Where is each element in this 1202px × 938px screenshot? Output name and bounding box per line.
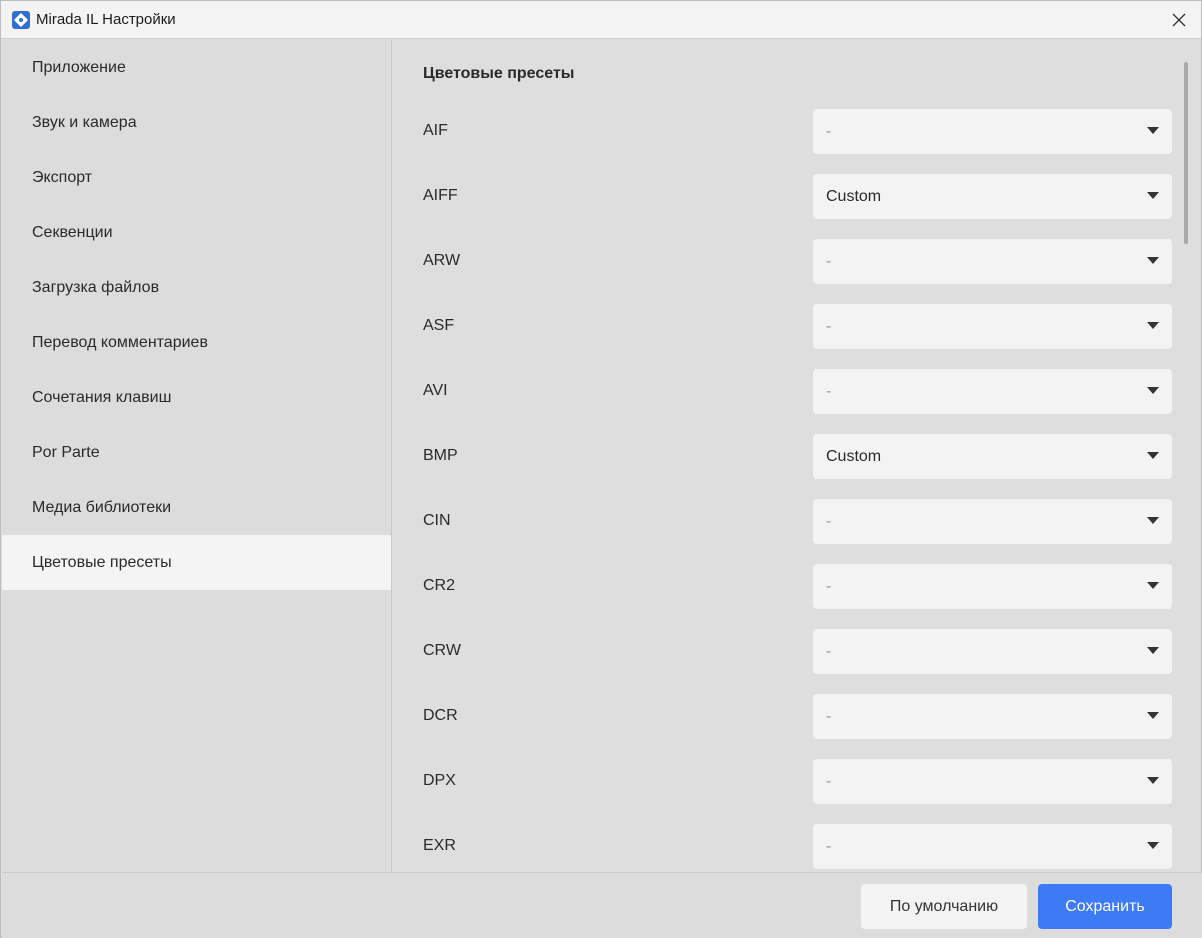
preset-row: DCR - — [393, 694, 1183, 759]
sidebar-item[interactable]: Por Parte — [2, 425, 391, 480]
chevron-down-icon — [1147, 387, 1159, 394]
preset-row: EXR - — [393, 824, 1183, 872]
preset-select[interactable]: - — [813, 304, 1172, 349]
preset-select[interactable]: - — [813, 824, 1172, 869]
window-title: Mirada IL Настройки — [36, 11, 176, 28]
chevron-down-icon — [1147, 127, 1159, 134]
sidebar-item[interactable]: Секвенции — [2, 205, 391, 260]
chevron-down-icon — [1147, 517, 1159, 524]
preset-select-value: Custom — [826, 187, 882, 205]
chevron-down-icon — [1147, 712, 1159, 719]
scrollbar[interactable] — [1184, 62, 1188, 244]
sidebar-item-label: Секвенции — [32, 223, 113, 241]
preset-select[interactable]: - — [813, 239, 1172, 284]
sidebar-item[interactable]: Приложение — [2, 40, 391, 95]
sidebar-item[interactable]: Перевод комментариев — [2, 315, 391, 370]
sidebar-item-label: Звук и камера — [32, 113, 137, 131]
sidebar-item[interactable]: Экспорт — [2, 150, 391, 205]
settings-window: Mirada IL Настройки Приложение Звук и кам… — [0, 0, 1202, 938]
preset-select[interactable]: Custom — [813, 174, 1172, 219]
preset-row: CRW - — [393, 629, 1183, 694]
preset-select[interactable]: - — [813, 629, 1172, 674]
app-logo-icon — [12, 10, 30, 29]
chevron-down-icon — [1147, 582, 1159, 589]
close-button[interactable] — [1157, 1, 1201, 39]
chevron-down-icon — [1147, 192, 1159, 199]
preset-row: CR2 - — [393, 564, 1183, 629]
preset-select[interactable]: - — [813, 564, 1172, 609]
sidebar-item-label: Цветовые пресеты — [32, 553, 172, 571]
dialog-footer: По умолчанию Сохранить — [2, 872, 1202, 938]
preset-row: ARW - — [393, 239, 1183, 304]
preset-select-value: - — [826, 317, 832, 335]
close-icon — [1172, 13, 1186, 27]
restore-defaults-button[interactable]: По умолчанию — [861, 884, 1027, 929]
preset-format-label: AIFF — [423, 187, 458, 204]
preset-format-label: DPX — [423, 772, 456, 789]
chevron-down-icon — [1147, 842, 1159, 849]
preset-row: AVI - — [393, 369, 1183, 434]
preset-row: CIN - — [393, 499, 1183, 564]
chevron-down-icon — [1147, 647, 1159, 654]
preset-format-label: ASF — [423, 317, 455, 334]
preset-select-value: - — [826, 577, 832, 595]
preset-format-label: AIF — [423, 122, 448, 139]
sidebar-item-label: Загрузка файлов — [32, 278, 160, 296]
preset-format-label: CR2 — [423, 577, 456, 594]
chevron-down-icon — [1147, 257, 1159, 264]
save-button[interactable]: Сохранить — [1038, 884, 1172, 929]
preset-select[interactable]: - — [813, 499, 1172, 544]
preset-row: DPX - — [393, 759, 1183, 824]
preset-select-value: - — [826, 122, 832, 140]
preset-select-value: - — [826, 512, 832, 530]
sidebar-item-label: Экспорт — [32, 168, 93, 186]
sidebar-item[interactable]: Звук и камера — [2, 95, 391, 150]
sidebar-item[interactable]: Загрузка файлов — [2, 260, 391, 315]
chevron-down-icon — [1147, 452, 1159, 459]
sidebar-item-label: Приложение — [32, 58, 126, 76]
preset-select-value: - — [826, 382, 832, 400]
chevron-down-icon — [1147, 777, 1159, 784]
preset-row: AIFF Custom — [393, 174, 1183, 239]
sidebar-item[interactable]: Цветовые пресеты — [2, 535, 391, 590]
preset-format-label: DCR — [423, 707, 458, 724]
preset-select-value: - — [826, 837, 832, 855]
sidebar-item-label: Медиа библиотеки — [32, 498, 172, 516]
section-title: Цветовые пресеты — [423, 65, 575, 82]
sidebar-item-label: Перевод комментариев — [32, 333, 208, 351]
preset-select[interactable]: - — [813, 109, 1172, 154]
preset-row: AIF - — [393, 109, 1183, 174]
sidebar-item-label: Por Parte — [32, 443, 100, 461]
preset-select-value: - — [826, 252, 832, 270]
preset-row: ASF - — [393, 304, 1183, 369]
preset-select[interactable]: - — [813, 369, 1172, 414]
sidebar-item[interactable]: Сочетания клавиш — [2, 370, 391, 425]
preset-select-value: - — [826, 772, 832, 790]
preset-list: AIF - AIFF Custom ARW - ASF - AVI - BMP Custom CIN - C… — [393, 109, 1183, 872]
sidebar-item[interactable]: Медиа библиотеки — [2, 480, 391, 535]
preset-format-label: ARW — [423, 252, 461, 269]
preset-format-label: EXR — [423, 837, 456, 854]
preset-row: BMP Custom — [393, 434, 1183, 499]
preset-select[interactable]: - — [813, 694, 1172, 739]
settings-content: Цветовые пресеты AIF - AIFF Custom ARW - ASF - A… — [393, 40, 1201, 872]
preset-format-label: CRW — [423, 642, 461, 659]
preset-format-label: BMP — [423, 447, 458, 464]
chevron-down-icon — [1147, 322, 1159, 329]
sidebar-item-label: Сочетания клавиш — [32, 388, 172, 406]
preset-select-value: - — [826, 642, 832, 660]
preset-select-value: - — [826, 707, 832, 725]
preset-format-label: CIN — [423, 512, 451, 529]
preset-select[interactable]: Custom — [813, 434, 1172, 479]
preset-select-value: Custom — [826, 447, 882, 465]
settings-sidebar: Приложение Звук и камера Экспорт Секвенции З… — [2, 40, 392, 872]
title-bar: Mirada IL Настройки — [1, 1, 1201, 39]
preset-select[interactable]: - — [813, 759, 1172, 804]
preset-format-label: AVI — [423, 382, 448, 399]
